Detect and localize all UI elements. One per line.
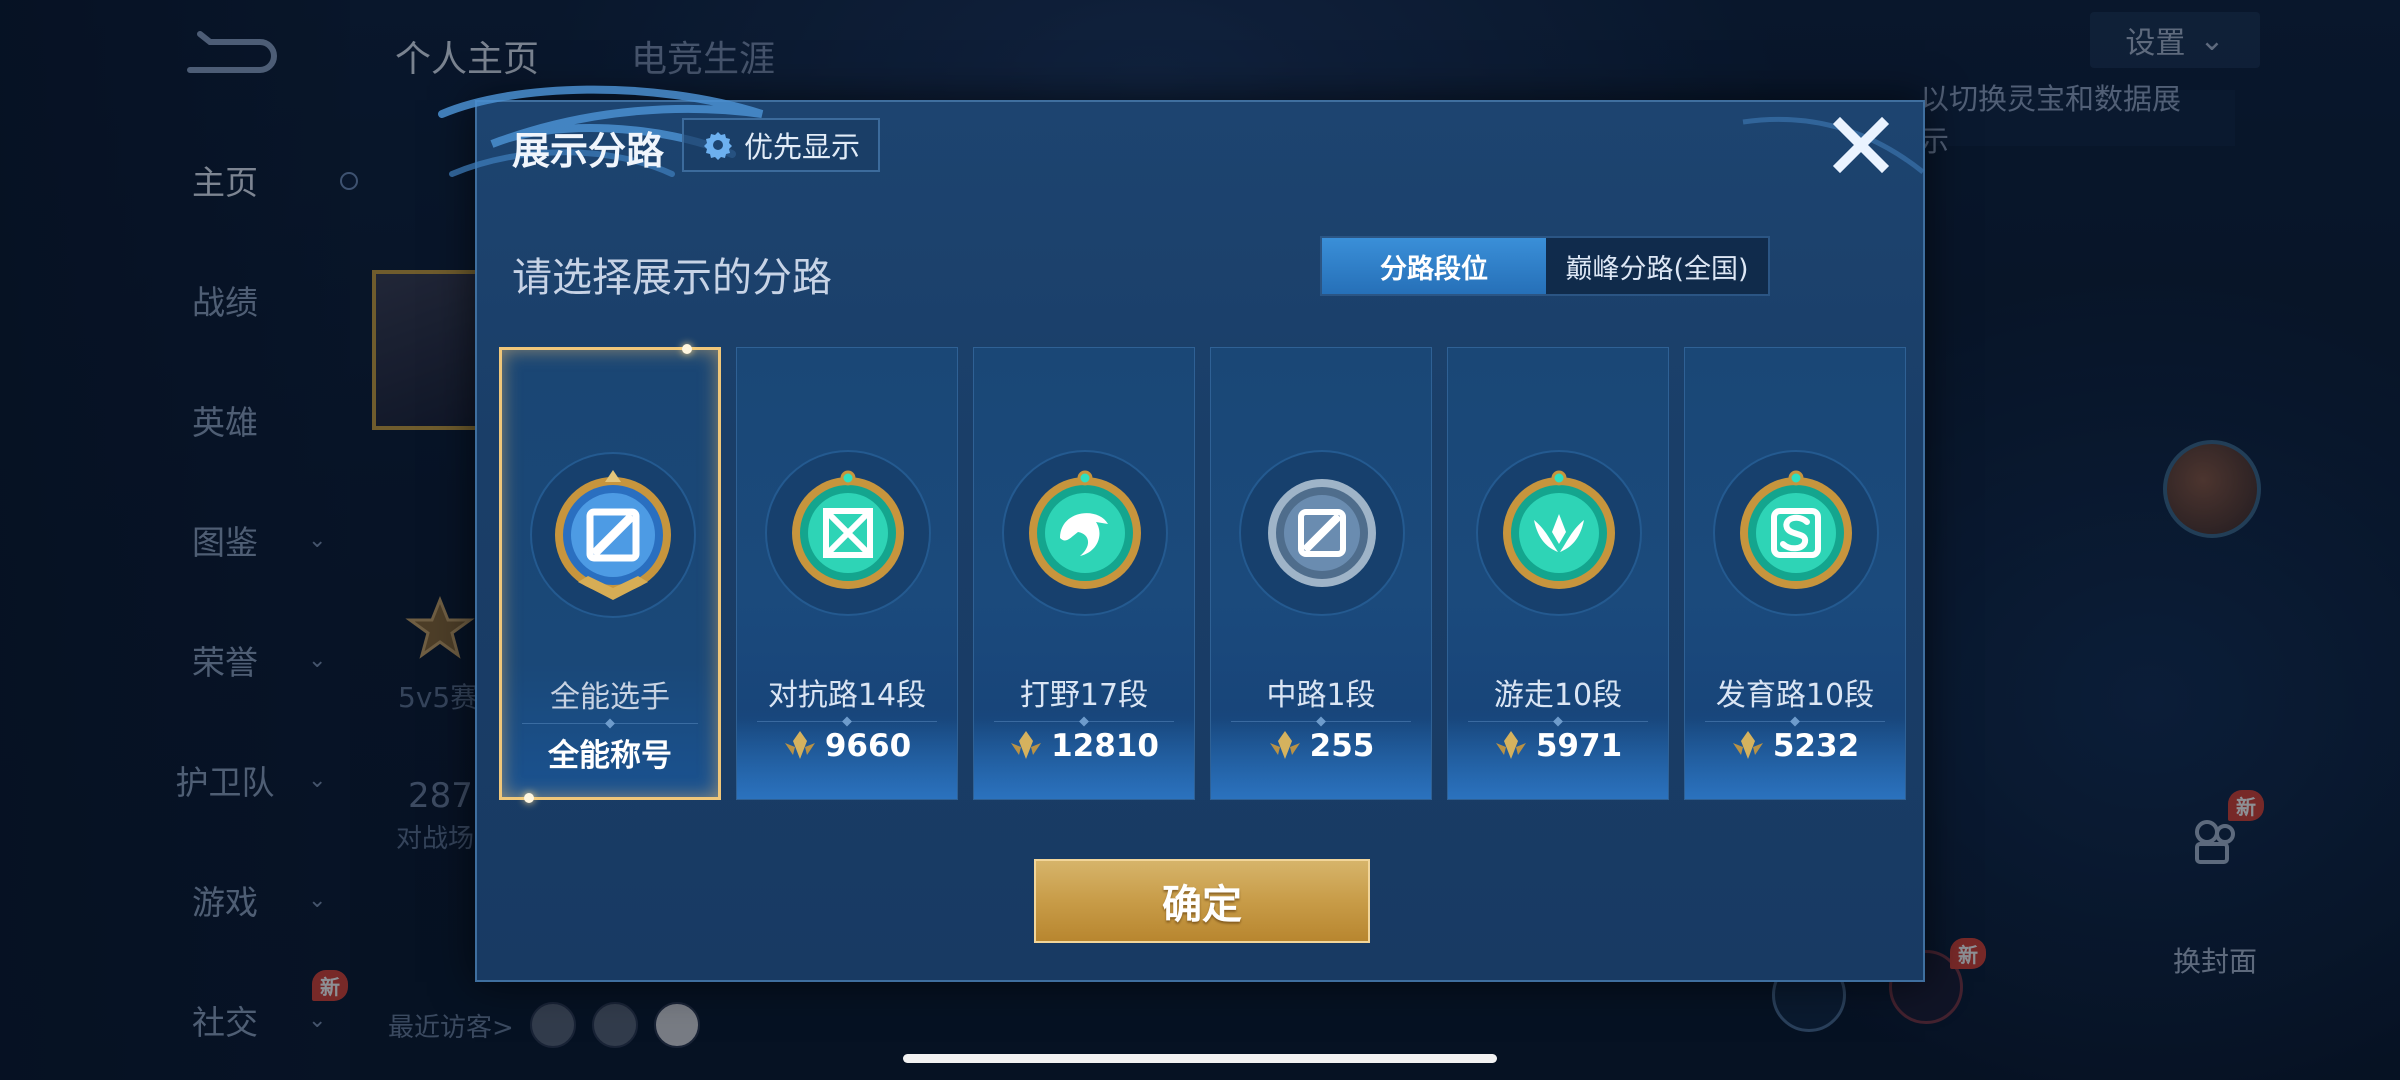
mid-lane-emblem-icon: [1237, 448, 1407, 618]
close-button[interactable]: [1832, 116, 1890, 174]
new-badge: 新: [312, 970, 348, 1001]
lane-card-clash[interactable]: 对抗路14段 9660: [736, 347, 958, 800]
lane-card-farm[interactable]: 发育路10段 5232: [1684, 347, 1906, 800]
divider: [522, 723, 698, 724]
divider: [757, 721, 937, 722]
settings-button[interactable]: 设置 ⌄: [2090, 12, 2260, 68]
peak-points-icon: [1269, 731, 1300, 759]
divider: [994, 721, 1174, 722]
lane-name: 发育路10段: [1715, 678, 1875, 713]
divider: [1705, 721, 1885, 722]
chevron-down-icon: ⌄: [2199, 22, 2225, 58]
peak-points-icon: [1495, 731, 1526, 759]
profile-frame: [372, 270, 492, 430]
sidebar-item-home[interactable]: 主页: [150, 150, 330, 210]
back-button[interactable]: [180, 30, 280, 82]
chevron-down-icon: ⌄: [308, 527, 327, 553]
sidebar-item-social[interactable]: 社交 ⌄: [150, 990, 330, 1050]
lane-name: 中路1段: [1266, 678, 1376, 713]
chevron-down-icon: ⌄: [308, 1007, 327, 1033]
top-tabs: 个人主页 电竞生涯: [395, 30, 775, 82]
avatar[interactable]: [2163, 440, 2261, 538]
lane-name: 游走10段: [1493, 678, 1623, 713]
lane-display-dialog: 展示分路 优先显示 请选择展示的分路 分路段位 巅峰分路(全国) 全能选手 全能…: [438, 85, 1925, 982]
chevron-down-icon: ⌄: [308, 887, 327, 913]
new-badge: 新: [1950, 938, 1986, 969]
lane-cards: 全能选手 全能称号 对抗路14段 9660 打野17段 12810 中路1段 2…: [499, 344, 1909, 803]
home-indicator[interactable]: [903, 1054, 1497, 1063]
lane-card-mid[interactable]: 中路1段 255: [1210, 347, 1432, 800]
chevron-down-icon: ⌄: [308, 647, 327, 673]
change-cover-button[interactable]: 换封面: [2160, 940, 2270, 980]
avatar[interactable]: [529, 1002, 576, 1048]
divider: [1468, 721, 1648, 722]
lane-score: 9660: [737, 728, 957, 764]
gear-icon: [703, 132, 732, 160]
display-mode-tabs: 分路段位 巅峰分路(全国): [1320, 236, 1770, 296]
dialog-subtitle: 请选择展示的分路: [512, 255, 832, 301]
jungle-emblem-icon: [1000, 448, 1170, 618]
chevron-down-icon: ⌄: [308, 767, 327, 793]
sidebar: 主页 战绩 英雄 图鉴 ⌄ 荣誉 ⌄ 护卫队 ⌄ 游戏 ⌄ 社交 ⌄ 新: [0, 0, 358, 1080]
sidebar-item-guard-team[interactable]: 护卫队 ⌄: [150, 750, 330, 810]
tab-lane-rank[interactable]: 分路段位: [1322, 238, 1546, 294]
active-indicator-dot: [340, 172, 358, 190]
clash-lane-emblem-icon: [763, 448, 933, 618]
peak-points-icon: [1732, 731, 1763, 759]
tab-personal-home[interactable]: 个人主页: [395, 30, 539, 82]
dialog-title: 展示分路: [512, 129, 665, 173]
lane-name: 全能选手: [550, 680, 670, 715]
tab-esports-career[interactable]: 电竞生涯: [631, 30, 775, 82]
lane-score: 255: [1211, 728, 1431, 764]
avatar[interactable]: [653, 1002, 700, 1048]
back-arrow-icon: [187, 31, 277, 73]
sidebar-item-games[interactable]: 游戏 ⌄: [150, 870, 330, 930]
peak-points-icon: [1011, 731, 1042, 759]
stat-number: 287: [408, 776, 473, 816]
sidebar-item-codex[interactable]: 图鉴 ⌄: [150, 510, 330, 570]
hint-bar: 以切换灵宝和数据展示: [1920, 82, 2235, 158]
all-round-emblem-icon: [528, 450, 698, 620]
rank-star-icon: [405, 595, 475, 659]
peak-points-icon: [784, 731, 815, 759]
priority-display-button[interactable]: 优先显示: [682, 118, 880, 172]
lane-score: 5971: [1448, 728, 1668, 764]
sidebar-item-records[interactable]: 战绩: [150, 270, 330, 330]
corner-sparkle: [682, 344, 692, 354]
roam-emblem-icon: [1474, 448, 1644, 618]
corner-sparkle: [524, 793, 534, 803]
sidebar-item-honor[interactable]: 荣誉 ⌄: [150, 630, 330, 690]
lane-score: 12810: [974, 728, 1194, 764]
confirm-button[interactable]: 确定: [1034, 859, 1370, 943]
lane-name: 对抗路14段: [767, 678, 927, 713]
recent-visitors[interactable]: 最近访客>: [388, 1002, 700, 1048]
stat-label: 5v5赛: [398, 681, 479, 714]
lane-value: 全能称号: [548, 738, 672, 774]
lane-card-all-round[interactable]: 全能选手 全能称号: [499, 344, 721, 803]
lane-score: 5232: [1685, 728, 1905, 764]
avatar[interactable]: [591, 1002, 638, 1048]
farm-lane-emblem-icon: [1711, 448, 1881, 618]
close-icon: [1832, 116, 1890, 174]
camera-group-icon[interactable]: [2185, 810, 2245, 870]
stat-sub-label: 对战场: [396, 824, 475, 854]
lane-name: 打野17段: [1019, 678, 1149, 713]
lane-card-jungle[interactable]: 打野17段 12810: [973, 347, 1195, 800]
divider: [1231, 721, 1411, 722]
sidebar-item-heroes[interactable]: 英雄: [150, 390, 330, 450]
lane-card-roam[interactable]: 游走10段 5971: [1447, 347, 1669, 800]
tab-peak-lane-national[interactable]: 巅峰分路(全国): [1546, 238, 1768, 294]
